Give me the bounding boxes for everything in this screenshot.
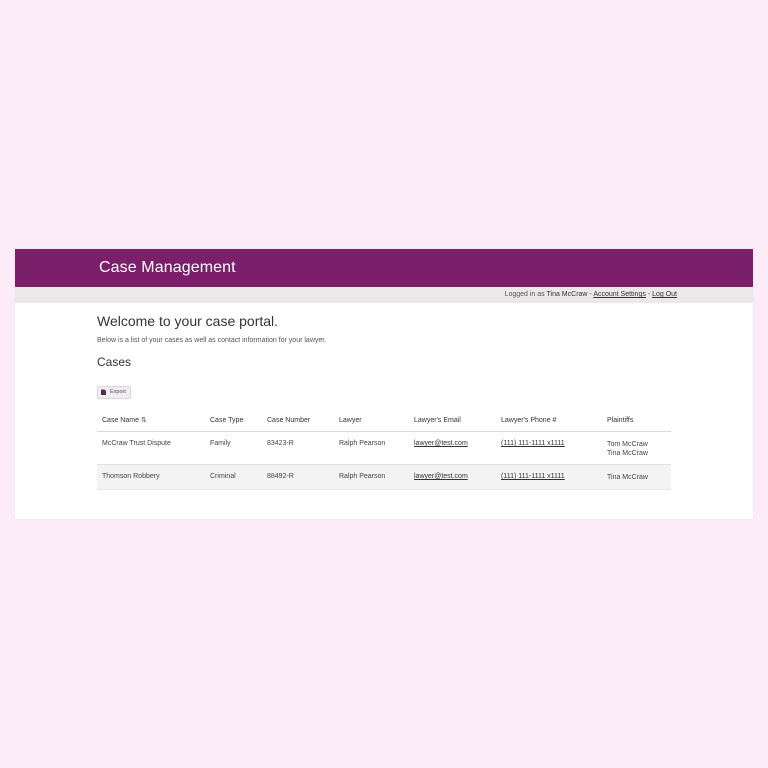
cell-phone: (111) 111-1111 x1111 [496,464,602,491]
cell-case-number: 88492-R [262,464,334,491]
user-name: Tina McCraw [546,291,588,298]
phone-link[interactable]: (111) 111-1111 x1111 [501,440,565,447]
cell-lawyer: Ralph Pearson [334,464,409,491]
logout-link[interactable]: Log Out [652,291,677,298]
col-lawyer: Lawyer [334,412,409,433]
cell-phone: (111) 111-1111 x1111 [496,431,602,466]
cases-table: Case Name ⇅ Case Type Case Number Lawyer … [97,412,671,491]
page-subtitle: Below is a list of your cases as well as… [97,337,327,344]
cell-plaintiffs: Tom McCraw Tina McCraw [602,431,671,466]
cell-email: lawyer@test.com [409,431,496,466]
cell-email: lawyer@test.com [409,464,496,491]
cell-plaintiffs: Tina McCraw [602,464,671,491]
logged-in-prefix: Logged in as [504,291,547,298]
col-plaintiffs: Plaintiffs [602,412,671,433]
cases-heading: Cases [97,355,132,369]
col-case-number: Case Number [262,412,334,433]
app-title: Case Management [99,259,236,276]
export-button[interactable]: Export [97,385,131,399]
col-lawyer-phone: Lawyer's Phone # [496,412,602,433]
table-row: McCraw Trust Dispute Family 83423-R Ralp… [97,431,671,466]
document-icon [101,389,106,396]
cell-case-type: Criminal [205,464,262,491]
cell-case-type: Family [205,431,262,466]
account-settings-link[interactable]: Account Settings [593,291,646,298]
col-case-type: Case Type [205,412,262,433]
cell-case-name: McCraw Trust Dispute [97,431,205,466]
app-window: Case Management Logged in as Tina McCraw… [15,249,753,519]
table-row: Thomson Robbery Criminal 88492-R Ralph P… [97,464,671,491]
plaintiff-name: Tina McCraw [607,450,648,458]
app-header: Case Management [15,249,753,287]
email-link[interactable]: lawyer@test.com [414,473,468,480]
user-info: Logged in as Tina McCraw - Account Setti… [505,291,677,298]
plaintiff-name: Tina McCraw [607,474,648,482]
plaintiff-name: Tom McCraw [607,441,648,449]
cell-case-name: Thomson Robbery [97,464,205,491]
page-title: Welcome to your case portal. [97,313,279,329]
main-content: Welcome to your case portal. Below is a … [97,313,671,491]
sort-icon[interactable]: ⇅ [141,416,147,424]
col-case-name[interactable]: Case Name ⇅ [97,412,205,433]
phone-link[interactable]: (111) 111-1111 x1111 [501,473,565,480]
export-label: Export [110,389,126,396]
email-link[interactable]: lawyer@test.com [414,440,468,447]
table-header-row: Case Name ⇅ Case Type Case Number Lawyer … [97,412,671,433]
col-lawyer-email: Lawyer's Email [409,412,496,433]
user-bar: Logged in as Tina McCraw - Account Setti… [15,287,753,303]
cell-case-number: 83423-R [262,431,334,466]
cell-lawyer: Ralph Pearson [334,431,409,466]
